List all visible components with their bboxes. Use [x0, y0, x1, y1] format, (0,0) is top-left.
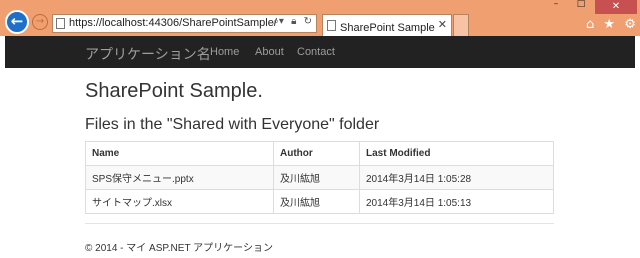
page-title: SharePoint Sample.	[85, 80, 263, 102]
minimize-button[interactable]: –	[546, 0, 566, 10]
new-tab-button[interactable]	[453, 14, 469, 36]
tab-title: SharePoint Sample - マイ…	[340, 22, 436, 34]
forward-button[interactable]: →	[32, 14, 48, 30]
nav-contact-link[interactable]: Contact	[297, 46, 335, 58]
nav-home-link[interactable]: Home	[210, 46, 239, 58]
settings-icon[interactable]: ⚙	[624, 17, 636, 32]
author-cell: 及川紘旭	[273, 165, 360, 190]
browser-chrome: – □ ✕ ← → https://localhost:44306/ShareP…	[0, 0, 640, 36]
site-brand[interactable]: アプリケーション名	[85, 44, 211, 64]
file-name-cell: サイトマップ.xlsx	[85, 189, 274, 214]
last-modified-cell: 2014年3月14日 1:05:28	[359, 165, 554, 190]
search-icon[interactable]: ⌕▾	[273, 16, 284, 27]
tab-close-icon[interactable]: ✕	[438, 18, 447, 31]
tab-favicon-icon	[327, 20, 336, 31]
column-header-name: Name	[85, 141, 274, 166]
address-url[interactable]: https://localhost:44306/SharePointSample…	[69, 17, 277, 29]
address-bar[interactable]: https://localhost:44306/SharePointSample…	[52, 14, 317, 33]
last-modified-cell: 2014年3月14日 1:05:13	[359, 189, 554, 214]
author-cell: 及川紘旭	[273, 189, 360, 214]
refresh-icon[interactable]: ↻	[304, 16, 312, 27]
footer-text: © 2014 - マイ ASP.NET アプリケーション	[85, 243, 273, 254]
column-header-last-modified: Last Modified	[359, 141, 554, 166]
file-name-cell: SPS保守メニュー.pptx	[85, 165, 274, 190]
table-header-row: Name Author Last Modified	[85, 141, 554, 166]
lock-icon[interactable]: 🔒︎	[291, 16, 296, 27]
footer-divider	[85, 223, 554, 224]
site-navbar: アプリケーション名 Home About Contact	[5, 36, 635, 68]
home-icon[interactable]: ⌂	[586, 17, 594, 32]
maximize-button[interactable]: □	[571, 0, 591, 10]
table-row: サイトマップ.xlsx 及川紘旭 2014年3月14日 1:05:13	[85, 189, 554, 214]
back-button[interactable]: ←	[5, 10, 29, 34]
files-table: Name Author Last Modified SPS保守メニュー.pptx…	[85, 141, 554, 214]
table-row: SPS保守メニュー.pptx 及川紘旭 2014年3月14日 1:05:28	[85, 165, 554, 190]
close-window-button[interactable]: ✕	[595, 0, 637, 14]
section-heading: Files in the "Shared with Everyone" fold…	[85, 116, 380, 133]
nav-about-link[interactable]: About	[255, 46, 284, 58]
page-icon	[56, 18, 65, 29]
column-header-author: Author	[273, 141, 360, 166]
page-content: アプリケーション名 Home About Contact SharePoint …	[5, 36, 635, 258]
browser-tab[interactable]: SharePoint Sample - マイ… ✕	[322, 14, 452, 36]
favorites-icon[interactable]: ★	[603, 17, 615, 32]
